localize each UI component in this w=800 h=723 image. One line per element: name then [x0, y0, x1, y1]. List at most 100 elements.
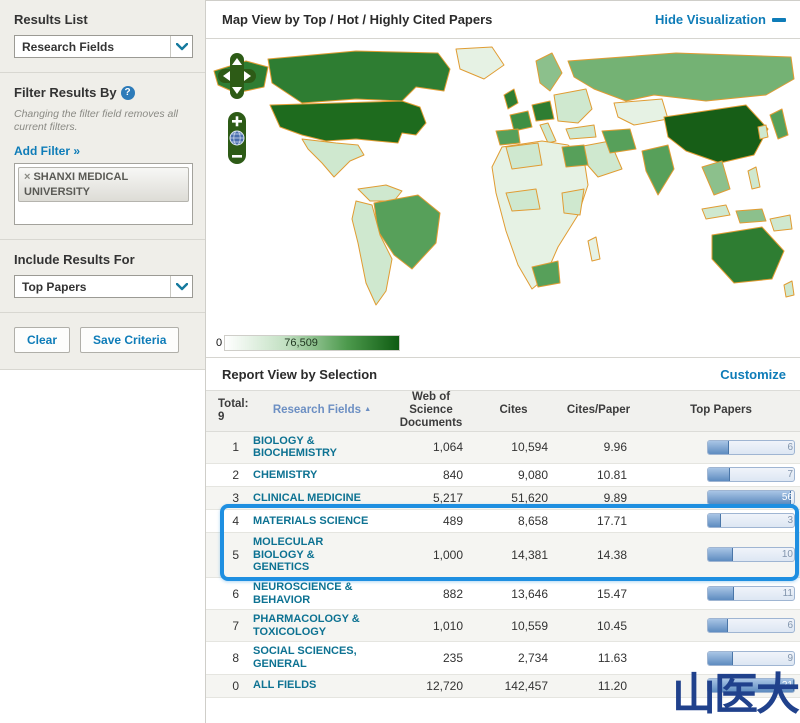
cites-per-paper-value: 14.38	[556, 548, 641, 562]
total-value: 9	[218, 411, 253, 424]
cites-value: 13,646	[471, 587, 556, 601]
include-results-section: Include Results For Top Papers	[0, 240, 205, 313]
research-field-link[interactable]: CLINICAL MEDICINE	[253, 489, 373, 508]
cites-per-paper-value: 11.63	[556, 651, 641, 665]
chevron-down-icon	[170, 36, 192, 57]
cites-per-paper-value: 10.81	[556, 468, 641, 482]
wos-documents-value: 1,064	[391, 440, 471, 454]
table-row: 1 BIOLOGY & BIOCHEMISTRY 1,064 10,594 9.…	[206, 432, 800, 464]
cites-per-paper-value: 10.45	[556, 619, 641, 633]
results-list-heading: Results List	[14, 12, 193, 27]
table-row: 4 MATERIALS SCIENCE 489 8,658 17.71 3	[206, 510, 800, 533]
wos-documents-value: 1,000	[391, 548, 471, 562]
top-papers-value: 121	[776, 679, 793, 692]
cites-value: 9,080	[471, 468, 556, 482]
column-header-cites[interactable]: Cites	[471, 404, 556, 417]
research-field-link[interactable]: ALL FIELDS	[253, 676, 373, 695]
help-icon[interactable]: ?	[121, 86, 135, 100]
column-header-top-papers[interactable]: Top Papers	[641, 404, 800, 417]
top-papers-value: 6	[787, 619, 793, 632]
filter-section: Filter Results By? Changing the filter f…	[0, 73, 205, 240]
top-papers-bar: 121	[707, 678, 795, 693]
legend-gradient-bar: 76,509	[224, 335, 400, 351]
research-field-link[interactable]: SOCIAL SCIENCES, GENERAL	[253, 642, 373, 673]
customize-link[interactable]: Customize	[720, 367, 786, 382]
include-results-heading: Include Results For	[14, 252, 193, 267]
cites-per-paper-value: 9.96	[556, 440, 641, 454]
filter-note: Changing the filter field removes all cu…	[14, 108, 193, 134]
top-papers-value: 11	[783, 587, 793, 600]
legend-min-label: 0	[216, 337, 222, 349]
top-papers-value: 9	[787, 652, 793, 665]
filter-chip[interactable]: ×SHANXI MEDICAL UNIVERSITY	[18, 167, 189, 202]
research-field-link[interactable]: BIOLOGY & BIOCHEMISTRY	[253, 432, 373, 463]
cites-value: 2,734	[471, 651, 556, 665]
legend-max-label: 76,509	[284, 337, 318, 349]
top-papers-bar: 10	[707, 547, 795, 562]
clear-button[interactable]: Clear	[14, 327, 70, 353]
research-field-link[interactable]: MATERIALS SCIENCE	[253, 512, 373, 531]
top-papers-bar: 9	[707, 651, 795, 666]
top-papers-bar-fill	[708, 491, 791, 504]
add-filter-link[interactable]: Add Filter »	[14, 144, 80, 158]
chevron-down-icon	[170, 276, 192, 297]
include-results-select[interactable]: Top Papers	[14, 275, 193, 298]
cites-value: 10,594	[471, 440, 556, 454]
results-list-section: Results List Research Fields	[0, 0, 205, 73]
collapse-minus-icon[interactable]	[772, 18, 786, 22]
sort-asc-icon: ▲	[364, 406, 371, 413]
results-list-select[interactable]: Research Fields	[14, 35, 193, 58]
research-field-link[interactable]: PHARMACOLOGY & TOXICOLOGY	[253, 610, 373, 641]
row-rank: 0	[206, 679, 253, 693]
cites-per-paper-value: 11.20	[556, 679, 641, 693]
row-rank: 2	[206, 468, 253, 482]
column-header-research-fields[interactable]: Research Fields ▲	[253, 404, 391, 417]
top-papers-value: 6	[787, 441, 793, 454]
cites-value: 14,381	[471, 548, 556, 562]
highlighted-rows-group: 4 MATERIALS SCIENCE 489 8,658 17.71 3 5 …	[206, 510, 800, 578]
map-view-title: Map View by Top / Hot / Highly Cited Pap…	[222, 12, 492, 27]
total-label: Total:	[218, 398, 253, 411]
research-field-link[interactable]: MOLECULAR BIOLOGY & GENETICS	[253, 533, 373, 577]
main-panel: Map View by Top / Hot / Highly Cited Pap…	[205, 0, 800, 723]
top-papers-bar-fill	[708, 652, 733, 665]
table-row: 3 CLINICAL MEDICINE 5,217 51,620 9.89 56	[206, 487, 800, 510]
cites-value: 51,620	[471, 491, 556, 505]
research-field-link[interactable]: CHEMISTRY	[253, 466, 373, 485]
remove-filter-icon[interactable]: ×	[24, 171, 30, 183]
top-papers-bar-fill	[708, 548, 733, 561]
report-section: Report View by Selection Customize Total…	[206, 357, 800, 698]
wos-documents-value: 840	[391, 468, 471, 482]
world-map[interactable]	[206, 43, 800, 333]
wos-documents-value: 235	[391, 651, 471, 665]
active-filters-list: ×SHANXI MEDICAL UNIVERSITY	[14, 163, 193, 225]
save-criteria-button[interactable]: Save Criteria	[80, 327, 179, 353]
wos-documents-value: 12,720	[391, 679, 471, 693]
top-papers-bar-fill	[708, 514, 721, 527]
hide-visualization-link[interactable]: Hide Visualization	[655, 12, 766, 27]
research-field-link[interactable]: NEUROSCIENCE & BEHAVIOR	[253, 578, 373, 609]
top-papers-bar: 56	[707, 490, 795, 505]
filter-chip-label: SHANXI MEDICAL UNIVERSITY	[24, 171, 128, 197]
column-header-wos-documents[interactable]: Web of Science Documents	[391, 391, 471, 431]
top-papers-bar-fill	[708, 468, 730, 481]
choropleth-legend: 0 76,509	[216, 335, 400, 351]
row-rank: 8	[206, 651, 253, 665]
top-papers-value: 3	[787, 514, 793, 527]
top-papers-bar: 6	[707, 618, 795, 633]
globe-icon	[230, 131, 244, 145]
cites-value: 8,658	[471, 514, 556, 528]
map-pan-control[interactable]	[218, 53, 256, 101]
report-view-title: Report View by Selection	[222, 367, 377, 382]
sidebar-buttons: Clear Save Criteria	[0, 313, 205, 369]
row-rank: 6	[206, 587, 253, 601]
map-zoom-control[interactable]	[227, 111, 247, 165]
top-papers-value: 7	[787, 468, 793, 481]
include-results-selected-value: Top Papers	[22, 280, 86, 294]
top-papers-bar: 6	[707, 440, 795, 455]
table-row: 7 PHARMACOLOGY & TOXICOLOGY 1,010 10,559…	[206, 610, 800, 642]
report-titlebar: Report View by Selection Customize	[206, 358, 800, 390]
column-header-cites-per-paper[interactable]: Cites/Paper	[556, 404, 641, 417]
top-papers-bar-fill	[708, 587, 734, 600]
top-papers-value: 10	[782, 548, 793, 561]
